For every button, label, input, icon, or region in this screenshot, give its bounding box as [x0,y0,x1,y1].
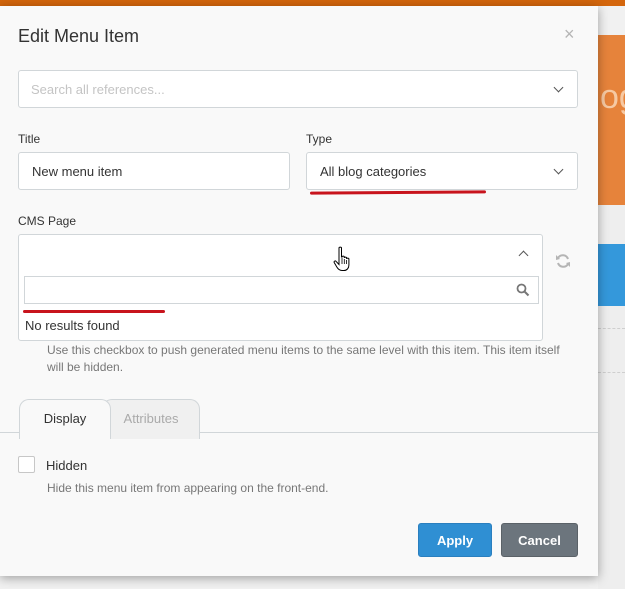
tab-attributes[interactable]: Attributes [102,399,200,439]
apply-button[interactable]: Apply [418,523,492,557]
tab-display-label: Display [43,411,87,426]
tab-attributes-label: Attributes [123,411,179,426]
app-blue-block [598,244,625,306]
reference-search-select[interactable]: Search all references... [18,70,578,108]
cms-page-label: CMS Page [18,214,77,228]
chevron-up-icon [518,250,529,261]
hand-pointer-icon [333,246,350,271]
hidden-help-text: Hide this menu item from appearing on th… [47,481,329,495]
cms-page-search-input[interactable] [24,276,539,304]
app-divider [598,372,625,374]
cancel-button[interactable]: Cancel [501,523,578,557]
tab-display-connector [20,432,110,434]
title-input-value: New menu item [32,164,123,179]
close-icon[interactable]: × [564,24,575,45]
hidden-label: Hidden [46,458,88,473]
dialog-title: Edit Menu Item [18,26,140,46]
annotation-underline [309,190,487,195]
reference-search-placeholder: Search all references... [31,82,165,97]
title-input[interactable]: New menu item [18,152,290,190]
refresh-icon[interactable] [555,253,571,269]
cms-page-dropdown[interactable]: No results found [18,234,543,341]
hidden-checkbox[interactable] [18,456,35,473]
annotation-underline [23,310,165,313]
search-icon [516,283,530,297]
type-label: Type [306,132,333,146]
no-results-message: No results found [25,318,120,333]
type-select-value: All blog categories [320,164,427,179]
replace-help-text: Use this checkbox to push generated menu… [47,343,560,374]
chevron-down-icon [553,82,564,93]
title-label: Title [18,132,41,146]
app-banner-text: og [600,78,625,116]
chevron-down-icon [553,164,564,175]
app-divider [598,328,625,330]
app-banner [598,35,625,205]
type-select[interactable]: All blog categories [306,152,578,190]
edit-menu-item-dialog: Edit Menu Item × Search all references..… [0,6,598,576]
